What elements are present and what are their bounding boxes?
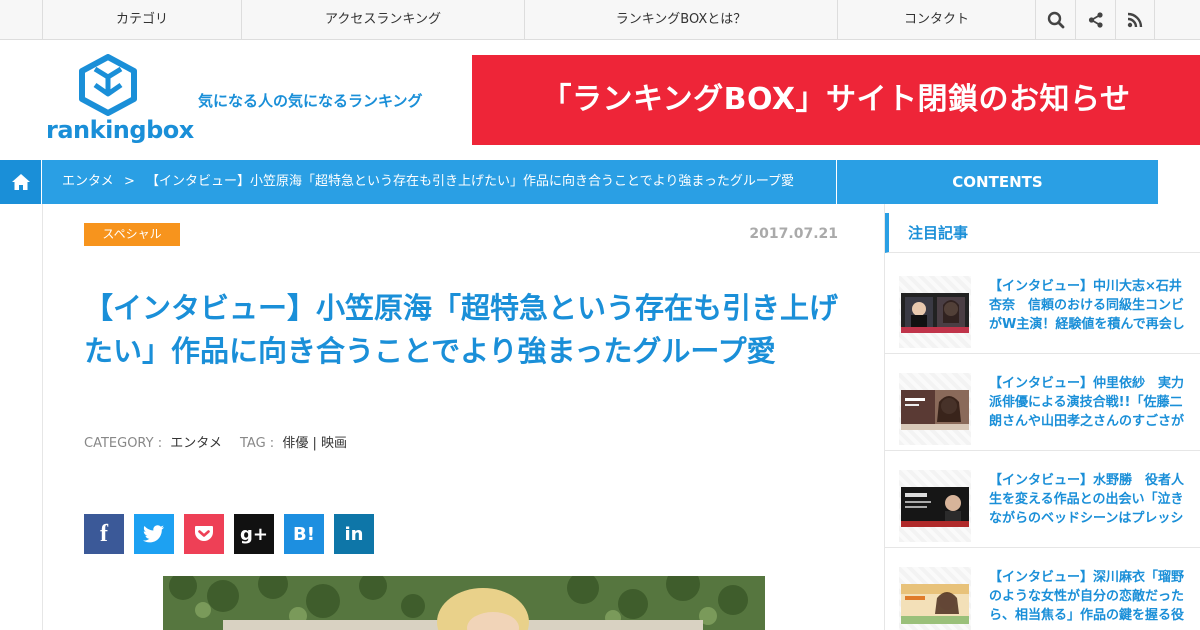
breadcrumb-separator-icon: > [124, 174, 135, 189]
box-logo-icon [79, 54, 137, 116]
twitter-icon [143, 525, 164, 543]
linkedin-icon: in [344, 523, 364, 545]
pocket-share-button[interactable] [184, 514, 224, 554]
sidebar-article[interactable]: 【インタビュー】深川麻衣「瑠野のような女性が自分の恋敵だったら、相当焦る」作品の… [885, 549, 1200, 630]
sidebar-article-title: 【インタビュー】水野勝 役者人生を変える作品との出会い「泣きながらのベッドシーン… [989, 473, 1185, 526]
sidebar-article-title: 【インタビュー】中川大志×石井杏奈 信頼のおける同級生コンビがW主演！経験値を積… [989, 279, 1185, 332]
top-nav: カテゴリ アクセスランキング ランキングBOXとは？ コンタクト [0, 0, 1200, 40]
logo-text: rankingbox [46, 116, 194, 144]
article-thumbnail [901, 487, 969, 527]
site-closure-banner[interactable]: 「ランキングBOX」サイト閉鎖のお知らせ [472, 55, 1200, 145]
breadcrumb-current: 【インタビュー】小笠原海「超特急という存在も引き上げたい」作品に向き合うことでよ… [146, 174, 795, 189]
tag-links[interactable]: 俳優 | 映画 [282, 436, 347, 451]
breadcrumb-category[interactable]: エンタメ [62, 160, 114, 204]
nav-item-about[interactable]: ランキングBOXとは？ [524, 0, 837, 40]
category-link[interactable]: エンタメ [170, 436, 222, 451]
article-thumbnail [901, 390, 969, 430]
linkedin-share-button[interactable]: in [334, 514, 374, 554]
rss-icon[interactable] [1115, 0, 1155, 40]
article-meta: CATEGORY : エンタメ TAG : 俳優 | 映画 [84, 432, 347, 451]
breadcrumb-bar: エンタメ > 【インタビュー】小笠原海「超特急という存在も引き上げたい」作品に向… [0, 160, 1158, 204]
pocket-icon [195, 526, 213, 541]
hatena-share-button[interactable]: B! [284, 514, 324, 554]
share-icon[interactable] [1075, 0, 1115, 40]
tag-label: TAG : [239, 436, 275, 451]
site-tagline: 気になる人の気になるランキング [198, 92, 423, 110]
nav-item-contact[interactable]: コンタクト [837, 0, 1035, 40]
article-hero-image [163, 576, 765, 630]
article-title: 【インタビュー】小笠原海「超特急という存在も引き上げたい」作品に向き合うことでよ… [84, 291, 839, 368]
left-divider [42, 204, 43, 630]
home-button[interactable] [0, 160, 42, 204]
nav-item-access-ranking[interactable]: アクセスランキング [241, 0, 524, 40]
googleplus-icon: g+ [240, 523, 268, 545]
article-thumbnail [901, 293, 969, 333]
sidebar-article-title: 【インタビュー】仲里依紗 実力派俳優による演技合戦!!「佐藤二朗さんや山田孝之さ… [989, 376, 1185, 429]
sidebar-heading: 注目記事 [885, 213, 1200, 253]
site-logo[interactable]: rankingbox [46, 54, 194, 150]
article-date: 2017.07.21 [749, 226, 838, 242]
category-label: CATEGORY : [84, 436, 163, 451]
article-thumbnail [901, 584, 969, 624]
facebook-icon: f [100, 520, 108, 547]
sidebar-article-title: 【インタビュー】深川麻衣「瑠野のような女性が自分の恋敵だったら、相当焦る」作品の… [989, 570, 1185, 623]
googleplus-share-button[interactable]: g+ [234, 514, 274, 554]
sidebar-article[interactable]: 【インタビュー】仲里依紗 実力派俳優による演技合戦!!「佐藤二朗さんや山田孝之さ… [885, 355, 1200, 451]
facebook-share-button[interactable]: f [84, 514, 124, 554]
twitter-share-button[interactable] [134, 514, 174, 554]
search-icon[interactable] [1035, 0, 1075, 40]
hatena-icon: B! [293, 523, 315, 545]
sidebar-article[interactable]: 【インタビュー】水野勝 役者人生を変える作品との出会い「泣きながらのベッドシーン… [885, 452, 1200, 548]
nav-item-category[interactable]: カテゴリ [42, 0, 241, 40]
sidebar-article[interactable]: 【インタビュー】中川大志×石井杏奈 信頼のおける同級生コンビがW主演！経験値を積… [885, 258, 1200, 354]
contents-button[interactable]: CONTENTS [836, 160, 1158, 204]
home-icon [11, 174, 30, 190]
category-badge[interactable]: スペシャル [84, 223, 180, 246]
